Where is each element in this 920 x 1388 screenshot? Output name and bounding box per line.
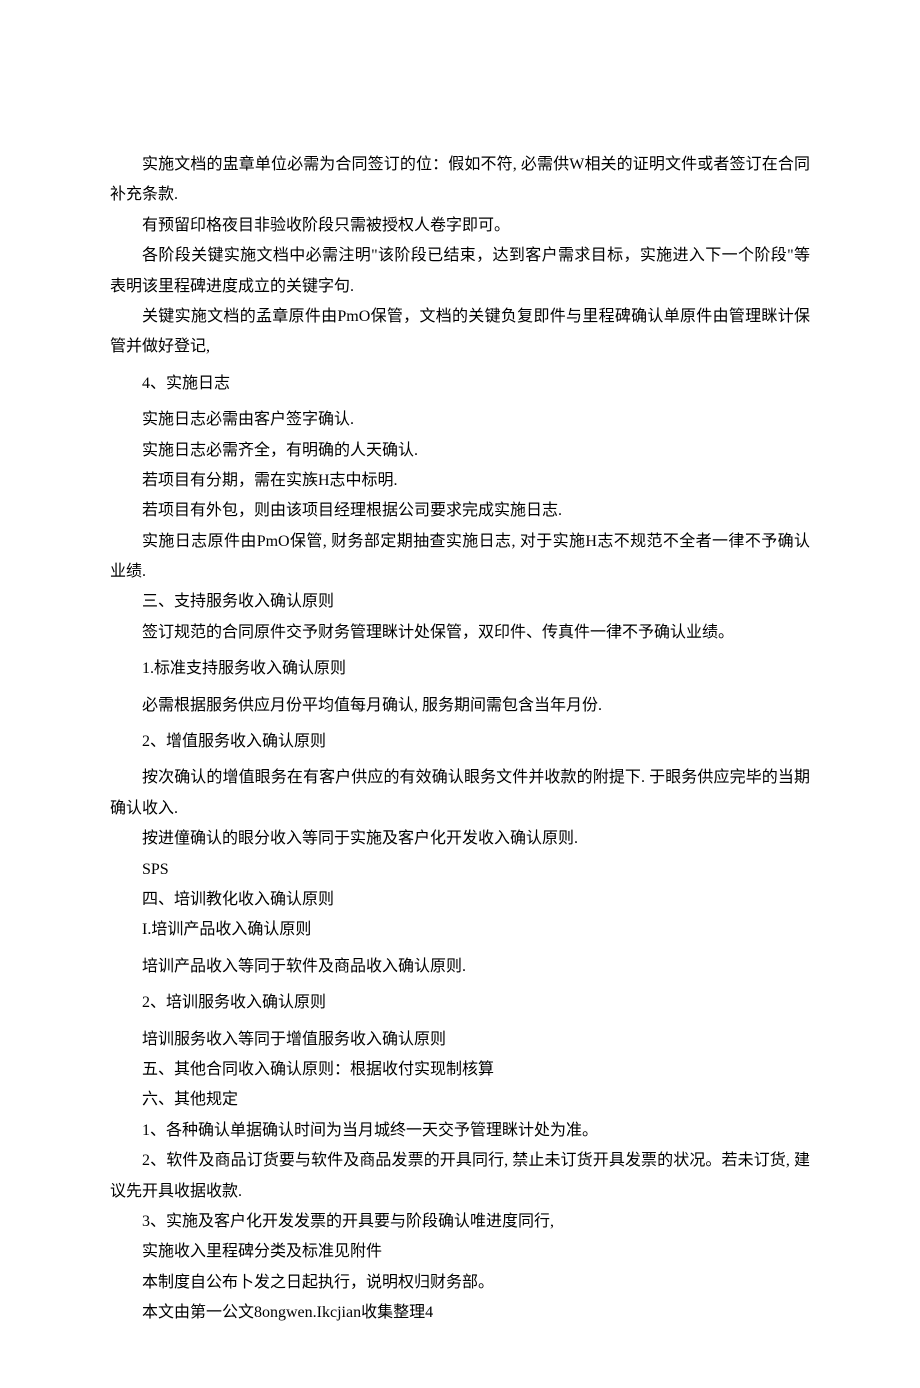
paragraph-10: 实施日志原件由PmO保管, 财务部定期抽查实施日志, 对于实施H志不规范不全者一… <box>110 527 810 588</box>
heading-value-added: 2、增值服务收入确认原则 <box>110 727 810 757</box>
paragraph-8: 若项目有分期，需在实族H志中标明. <box>110 466 810 496</box>
paragraph-27: 2、软件及商品订货要与软件及商品发票的开具同行, 禁止未订货开具发票的状况。若未… <box>110 1146 810 1207</box>
heading-training-product: I.培训产品收入确认原则 <box>110 915 810 945</box>
paragraph-4: 关键实施文档的孟章原件由PmO保管，文档的关键负复即件与里程碑确认单原件由管理眯… <box>110 302 810 363</box>
heading-standard-support: 1.标准支持服务收入确认原则 <box>110 654 810 684</box>
paragraph-26: 1、各种确认单据确认时间为当月城终一天交予管理眯计处为准。 <box>110 1116 810 1146</box>
paragraph-28: 3、实施及客户化开发发票的开具要与阶段确认唯进度同行, <box>110 1207 810 1237</box>
heading-implementation-log: 4、实施日志 <box>110 369 810 399</box>
heading-section-5: 五、其他合同收入确认原则：根据收付实现制核算 <box>110 1055 810 1085</box>
heading-training-service: 2、培训服务收入确认原则 <box>110 988 810 1018</box>
paragraph-9: 若项目有外包，则由该项目经理根据公司要求完成实施日志. <box>110 496 810 526</box>
paragraph-16: 按次确认的增值眼务在有客户供应的有效确认眼务文件并收款的附提下. 于眼务供应完毕… <box>110 763 810 824</box>
paragraph-6: 实施日志必需由客户签字确认. <box>110 405 810 435</box>
paragraph-1: 实施文档的盅章单位必需为合同签订的位：假如不符, 必需供W相关的证明文件或者签订… <box>110 150 810 211</box>
paragraph-17: 按进僮确认的眼分收入等同于实施及客户化开发收入确认原则. <box>110 824 810 854</box>
paragraph-21: 培训产品收入等同于软件及商品收入确认原则. <box>110 952 810 982</box>
paragraph-7: 实施日志必需齐全，有明确的人天确认. <box>110 436 810 466</box>
heading-section-6: 六、其他规定 <box>110 1085 810 1115</box>
paragraph-29: 实施收入里程碑分类及标准见附件 <box>110 1237 810 1267</box>
paragraph-3: 各阶段关键实施文档中必需注明"该阶段已结束，达到客户需求目标，实施进入下一个阶段… <box>110 241 810 302</box>
paragraph-2: 有预留印格夜目非验收阶段只需被授权人卷字即可。 <box>110 211 810 241</box>
paragraph-12: 签订规范的合同原件交予财务管理眯计处保管，双印件、传真件一律不予确认业绩。 <box>110 618 810 648</box>
heading-section-4: 四、培训教化收入确认原则 <box>110 885 810 915</box>
label-sps: SPS <box>110 855 810 885</box>
paragraph-23: 培训服务收入等同于增值服务收入确认原则 <box>110 1025 810 1055</box>
paragraph-31: 本文由第一公文8ongwen.Ikcjian收集整理4 <box>110 1298 810 1328</box>
heading-section-3: 三、支持服务收入确认原则 <box>110 587 810 617</box>
paragraph-30: 本制度自公布卜发之日起执行，说明权归财务部。 <box>110 1268 810 1298</box>
paragraph-14: 必需根据服务供应月份平均值每月确认, 服务期间需包含当年月份. <box>110 691 810 721</box>
